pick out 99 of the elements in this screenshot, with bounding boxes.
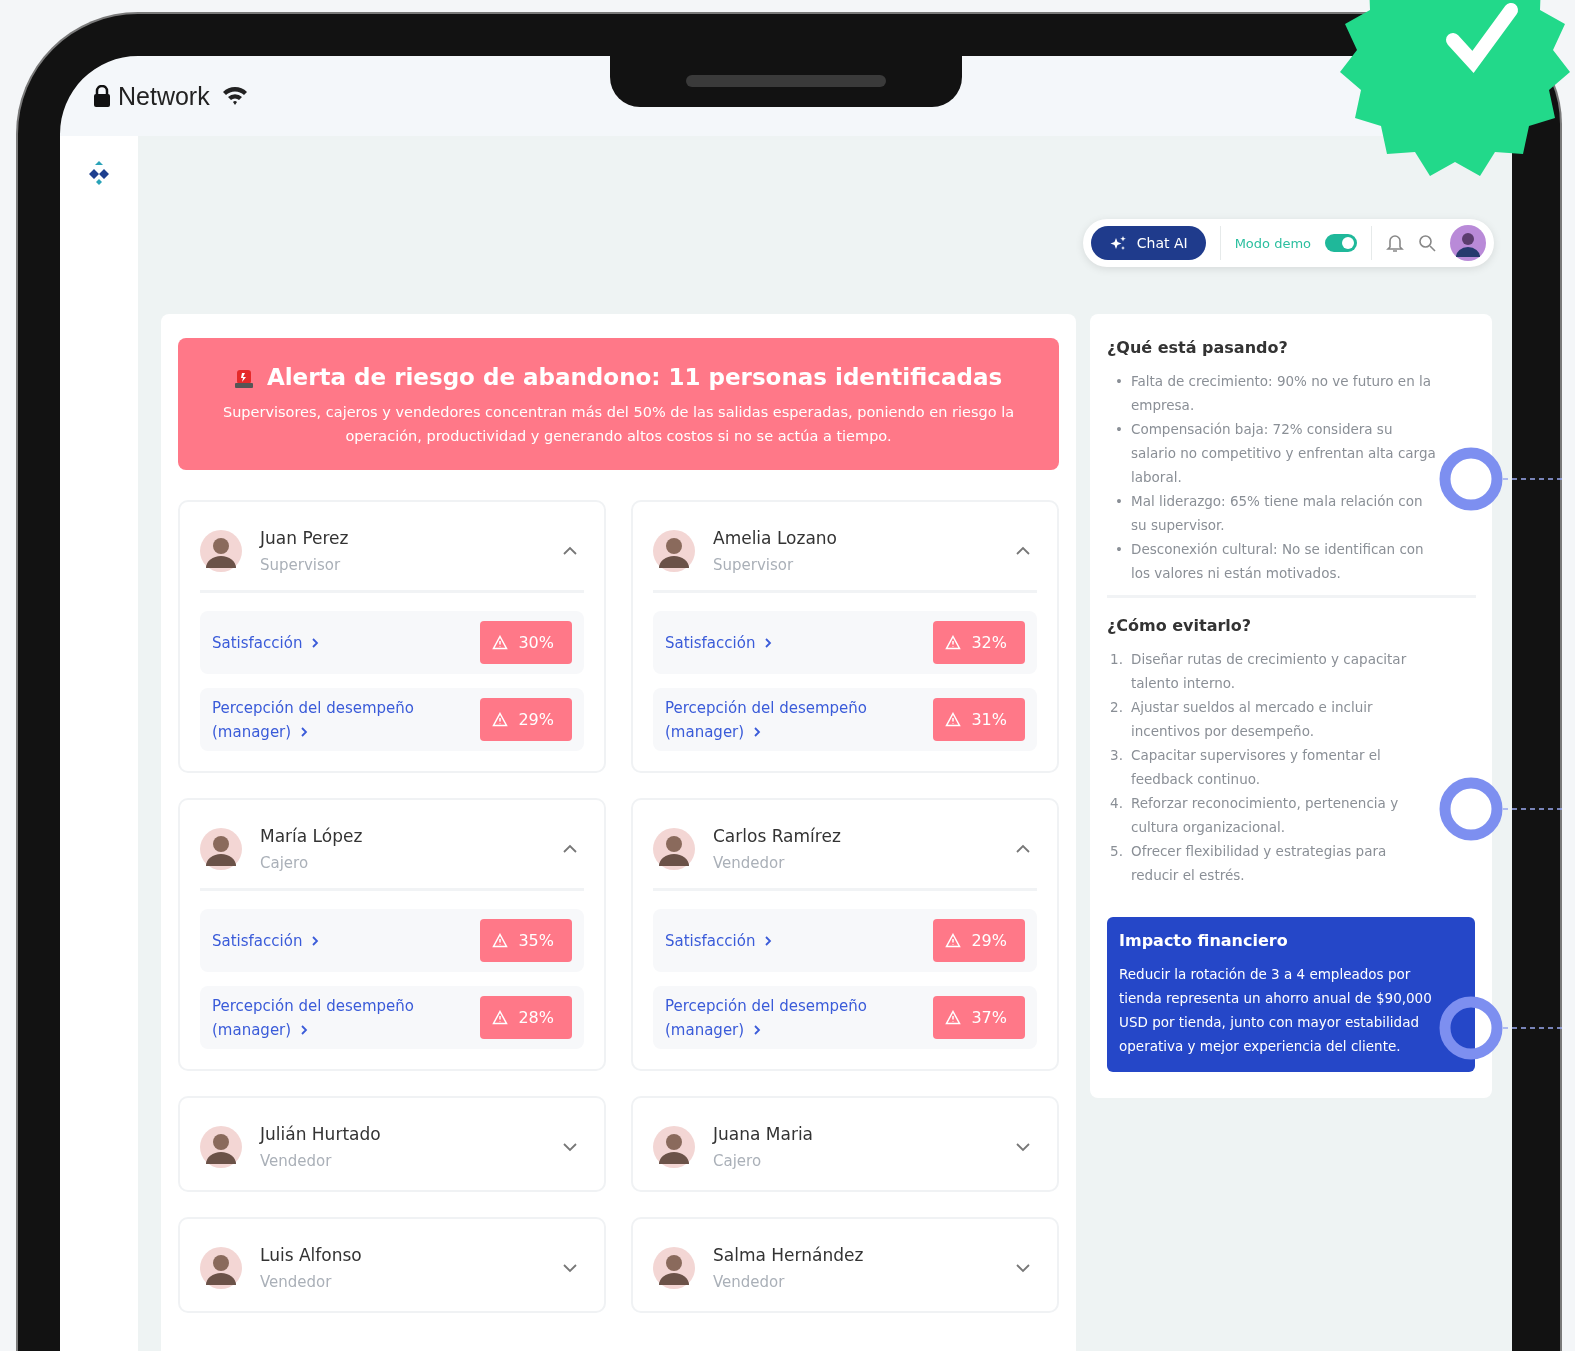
bullet-marker: • <box>1114 420 1123 439</box>
risk-value: 32% <box>971 633 1007 652</box>
list-number: 5. <box>1109 842 1123 861</box>
impact-text: Reducir la rotación de 3 a 4 empleados por tienda representa un ahorro anual de $90,000 USD por tienda, junto con mayor estabilidad operativa y mejor experiencia del cliente. <box>1119 965 1433 1056</box>
list-item-text: Capacitar supervisores y fomentar el feedback continuo. <box>1131 746 1382 789</box>
metric-link[interactable]: Percepción del desempeño (manager) <box>665 993 875 1042</box>
list-number: 3. <box>1109 746 1123 765</box>
search-icon[interactable] <box>1418 234 1436 252</box>
metric-link[interactable]: Satisfacción <box>212 630 422 655</box>
chevron-right-icon <box>763 636 774 649</box>
employee-role: Vendedor <box>260 1152 333 1170</box>
employee-role: Vendedor <box>260 1273 333 1291</box>
list-item-text: Compensación baja: 72% considera su salario no competitivo y enfrentan alta carga laboral. <box>1131 420 1436 487</box>
employee-name: Salma Hernández <box>713 1245 865 1265</box>
avatar-icon <box>200 828 242 870</box>
chevron-up-icon[interactable] <box>562 844 578 854</box>
list-item-text: Mal liderazgo: 65% tiene mala relación con su supervisor. <box>1131 492 1424 535</box>
avatar-icon <box>200 1247 242 1289</box>
list-number: 4. <box>1109 794 1123 813</box>
employee-name: Luis Alfonso <box>260 1245 363 1265</box>
avatar-icon <box>200 1126 242 1168</box>
avatar-icon[interactable] <box>1450 225 1486 261</box>
employee-role: Cajero <box>260 854 310 872</box>
risk-value: 35% <box>518 931 554 950</box>
risk-value: 31% <box>971 710 1007 729</box>
employee-name: Julián Hurtado <box>260 1124 382 1144</box>
employee-name: Amelia Lozano <box>713 528 838 548</box>
lock-icon <box>94 85 110 107</box>
employee-name: Carlos Ramírez <box>713 826 842 846</box>
risk-value: 29% <box>518 710 554 729</box>
list-item-text: Reforzar reconocimiento, pertenencia y cultura organizacional. <box>1131 794 1400 837</box>
bullet-marker: • <box>1114 492 1123 511</box>
chevron-right-icon <box>299 1023 310 1036</box>
list-item-text: Falta de crecimiento: 90% no ve futuro en la empresa. <box>1131 372 1432 415</box>
employee-role: Vendedor <box>713 1273 786 1291</box>
wifi-icon <box>221 86 248 106</box>
bullet-marker: • <box>1114 540 1123 559</box>
chevron-right-icon <box>310 636 321 649</box>
chevron-right-icon <box>752 1023 763 1036</box>
chevron-down-icon[interactable] <box>1015 1263 1031 1273</box>
list-number: 2. <box>1109 698 1123 717</box>
alert-text: Supervisores, cajeros y vendedores concentran más del 50% de las salidas esperadas, poniendo en riesgo la operación, productividad y generando altos costos si no se actúa a tiempo. <box>221 403 1016 446</box>
metric-link[interactable]: Satisfacción <box>665 630 875 655</box>
list-item-text: Ajustar sueldos al mercado e incluir incentivos por desempeño. <box>1131 698 1374 741</box>
chevron-down-icon[interactable] <box>562 1142 578 1152</box>
employee-name: Juan Perez <box>260 528 350 548</box>
employee-role: Supervisor <box>260 556 342 574</box>
list-number: 1. <box>1109 650 1123 669</box>
metric-link[interactable]: Percepción del desempeño (manager) <box>212 993 422 1042</box>
employee-name: Juana Maria <box>713 1124 815 1144</box>
impact-title: Impacto financiero <box>1119 931 1288 950</box>
employee-name: María López <box>260 826 364 846</box>
chat-ai-button[interactable]: Chat AI <box>1090 226 1206 260</box>
chevron-down-icon[interactable] <box>1015 1142 1031 1152</box>
warning-icon <box>492 712 509 727</box>
risk-value: 28% <box>518 1008 554 1027</box>
avatar-icon <box>653 1247 695 1289</box>
warning-icon <box>492 933 509 948</box>
risk-value: 30% <box>518 633 554 652</box>
section-title: ¿Cómo evitarlo? <box>1107 616 1253 635</box>
warning-icon <box>945 712 962 727</box>
avatar-icon <box>653 828 695 870</box>
warning-icon <box>945 933 962 948</box>
chevron-right-icon <box>310 934 321 947</box>
employee-role: Vendedor <box>713 854 786 872</box>
avatar-icon <box>200 530 242 572</box>
chevron-down-icon[interactable] <box>562 1263 578 1273</box>
warning-icon <box>945 1010 962 1025</box>
metric-link[interactable]: Percepción del desempeño (manager) <box>212 695 422 744</box>
warning-icon <box>945 635 962 650</box>
bullet-marker: • <box>1114 372 1123 391</box>
avatar-icon <box>653 530 695 572</box>
chevron-right-icon <box>299 725 310 738</box>
list-item-text: Diseñar rutas de crecimiento y capacitar talento interno. <box>1131 650 1408 693</box>
network-label: Network <box>118 81 210 111</box>
metric-link[interactable]: Satisfacción <box>212 928 422 953</box>
chevron-right-icon <box>752 725 763 738</box>
risk-value: 37% <box>971 1008 1007 1027</box>
chevron-up-icon[interactable] <box>1015 844 1031 854</box>
warning-icon <box>492 1010 509 1025</box>
risk-value: 29% <box>971 931 1007 950</box>
avatar-icon <box>653 1126 695 1168</box>
chevron-right-icon <box>763 934 774 947</box>
list-item-text: Desconexión cultural: No se identifican con los valores ni están motivados. <box>1131 540 1425 583</box>
logo-icon[interactable] <box>88 160 110 186</box>
demo-mode-label: Modo demo <box>1234 235 1311 251</box>
employee-role: Supervisor <box>713 556 795 574</box>
bell-icon[interactable] <box>1386 233 1404 253</box>
demo-mode-toggle[interactable] <box>1325 234 1357 252</box>
metric-link[interactable]: Percepción del desempeño (manager) <box>665 695 875 744</box>
metric-link[interactable]: Satisfacción <box>665 928 875 953</box>
section-title: ¿Qué está pasando? <box>1107 338 1289 357</box>
chevron-up-icon[interactable] <box>562 546 578 556</box>
employee-role: Cajero <box>713 1152 763 1170</box>
warning-icon <box>492 635 509 650</box>
list-item-text: Ofrecer flexibilidad y estrategias para reducir el estrés. <box>1131 842 1388 885</box>
chevron-up-icon[interactable] <box>1015 546 1031 556</box>
alert-title: Alerta de riesgo de abandono: 11 personas identificadas <box>266 364 1003 390</box>
sparkle-icon <box>1108 235 1127 251</box>
